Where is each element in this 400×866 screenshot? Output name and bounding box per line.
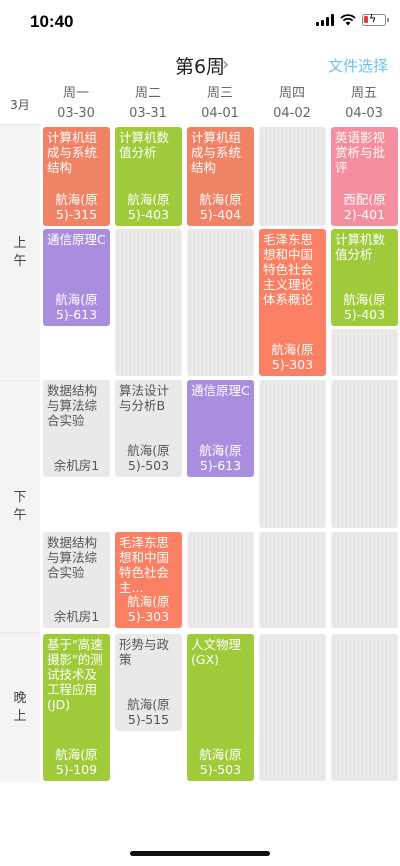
course-name: 毛泽东思想和中国特色社会主... <box>119 535 170 595</box>
period-morning: 上午 <box>0 124 40 380</box>
empty-slot[interactable] <box>187 532 254 628</box>
empty-slot[interactable] <box>115 229 182 376</box>
day-header-wed: 周三 04-01 <box>184 84 256 124</box>
period-char: 晚 <box>13 690 27 706</box>
course-name: 通信原理C <box>47 232 106 247</box>
empty-slot[interactable] <box>331 634 398 781</box>
course-name: 计算机组成与系统结构 <box>191 130 242 175</box>
course-card[interactable]: 毛泽东思想和中国特色社会主... 航海(原5)-303 <box>115 532 182 628</box>
empty-slot[interactable] <box>259 532 326 628</box>
day-date: 04-02 <box>273 106 311 121</box>
empty-slot[interactable] <box>187 229 254 376</box>
course-card[interactable]: 英语影视赏析与批评 西配(原2)-401 <box>331 127 398 226</box>
period-afternoon: 下午 <box>0 380 40 632</box>
signal-icon <box>316 14 334 26</box>
empty-slot[interactable] <box>259 634 326 781</box>
empty-slot[interactable] <box>259 380 326 528</box>
course-card[interactable]: 数据结构与算法综合实验 余机房1 <box>43 532 110 628</box>
day-header-thu: 周四 04-02 <box>256 84 328 124</box>
period-evening: 晚上 <box>0 632 40 782</box>
course-room: 航海(原5)-503 <box>199 747 242 777</box>
empty-slot[interactable] <box>331 329 398 376</box>
course-room: 余机房1 <box>53 609 100 624</box>
day-name: 周二 <box>134 86 161 101</box>
status-bar: 10:40 ϟ <box>0 0 400 46</box>
period-char: 午 <box>13 507 27 523</box>
chevron-right-icon[interactable]: › <box>222 54 229 75</box>
course-room: 航海(原5)-503 <box>127 443 170 473</box>
status-time: 10:40 <box>30 12 74 31</box>
course-room: 航海(原5)-109 <box>55 747 98 777</box>
day-date: 03-30 <box>57 106 95 121</box>
day-name: 周四 <box>278 86 305 101</box>
day-header-mon: 周一 03-30 <box>40 84 112 124</box>
course-name: 计算机数值分析 <box>119 130 170 160</box>
course-card[interactable]: 形势与政策 航海(原5)-515 <box>115 634 182 731</box>
period-char: 下 <box>13 489 27 505</box>
month-label: 3月 <box>10 98 30 112</box>
course-name: 算法设计与分析B <box>119 383 170 413</box>
day-date: 03-31 <box>129 106 167 121</box>
period-char: 上 <box>13 235 27 251</box>
course-card[interactable]: 计算机数值分析 航海(原5)-403 <box>115 127 182 226</box>
day-name: 周三 <box>206 86 233 101</box>
course-card[interactable]: 计算机组成与系统结构 航海(原5)-315 <box>43 127 110 226</box>
day-name: 周一 <box>62 86 89 101</box>
course-room: 航海(原5)-613 <box>55 292 98 322</box>
course-card[interactable]: 算法设计与分析B 航海(原5)-503 <box>115 380 182 477</box>
course-room: 西配(原2)-401 <box>343 192 386 222</box>
course-room: 余机房1 <box>53 458 100 473</box>
course-card[interactable]: 计算机组成与系统结构 航海(原5)-404 <box>187 127 254 226</box>
course-card[interactable]: 计算机数值分析 航海(原5)-403 <box>331 229 398 326</box>
course-card[interactable]: 通信原理C 航海(原5)-613 <box>43 229 110 326</box>
period-char: 上 <box>13 708 27 724</box>
day-date: 04-01 <box>201 106 239 121</box>
course-room: 航海(原5)-404 <box>199 192 242 222</box>
course-card[interactable]: 人文物理(GX) 航海(原5)-503 <box>187 634 254 781</box>
course-card[interactable]: 基于"高速摄影"的测试技术及工程应用(JD) 航海(原5)-109 <box>43 634 110 781</box>
day-header-fri: 周五 04-03 <box>328 84 400 124</box>
course-card[interactable]: 毛泽东思想和中国特色社会主义理论体系概论 航海(原5)-303 <box>259 229 326 376</box>
empty-slot[interactable] <box>331 380 398 528</box>
course-name: 基于"高速摄影"的测试技术及工程应用(JD) <box>47 637 103 712</box>
course-name: 计算机组成与系统结构 <box>47 130 98 175</box>
week-header: 第6周 › 文件选择 <box>0 46 400 84</box>
course-name: 数据结构与算法综合实验 <box>47 535 98 580</box>
course-name: 计算机数值分析 <box>335 232 386 262</box>
course-room: 航海(原5)-315 <box>55 192 98 222</box>
course-room: 航海(原5)-303 <box>271 342 314 372</box>
course-room: 航海(原5)-613 <box>199 443 242 473</box>
course-name: 形势与政策 <box>119 637 170 667</box>
course-room: 航海(原5)-403 <box>127 192 170 222</box>
empty-slot[interactable] <box>259 127 326 226</box>
course-room: 航海(原5)-403 <box>343 292 386 322</box>
empty-slot[interactable] <box>331 532 398 628</box>
course-card[interactable]: 通信原理C 航海(原5)-613 <box>187 380 254 477</box>
course-room: 航海(原5)-303 <box>127 594 170 624</box>
course-card[interactable]: 数据结构与算法综合实验 余机房1 <box>43 380 110 477</box>
wifi-icon <box>340 14 356 26</box>
course-name: 通信原理C <box>191 383 250 398</box>
day-header-tue: 周二 03-31 <box>112 84 184 124</box>
status-icons: ϟ <box>316 12 389 26</box>
period-char: 午 <box>13 253 27 269</box>
course-name: 数据结构与算法综合实验 <box>47 383 98 428</box>
file-select-button[interactable]: 文件选择 <box>328 55 388 76</box>
course-name: 人文物理(GX) <box>191 637 242 667</box>
home-indicator[interactable] <box>130 851 270 856</box>
course-room: 航海(原5)-515 <box>127 697 170 727</box>
battery-icon: ϟ <box>362 12 389 26</box>
course-name: 毛泽东思想和中国特色社会主义理论体系概论 <box>263 232 314 307</box>
day-date: 04-03 <box>345 106 383 121</box>
day-header: 3月 周一 03-30 周二 03-31 周三 04-01 周四 04-02 周… <box>0 84 400 124</box>
day-name: 周五 <box>350 86 377 101</box>
course-name: 英语影视赏析与批评 <box>335 130 386 175</box>
